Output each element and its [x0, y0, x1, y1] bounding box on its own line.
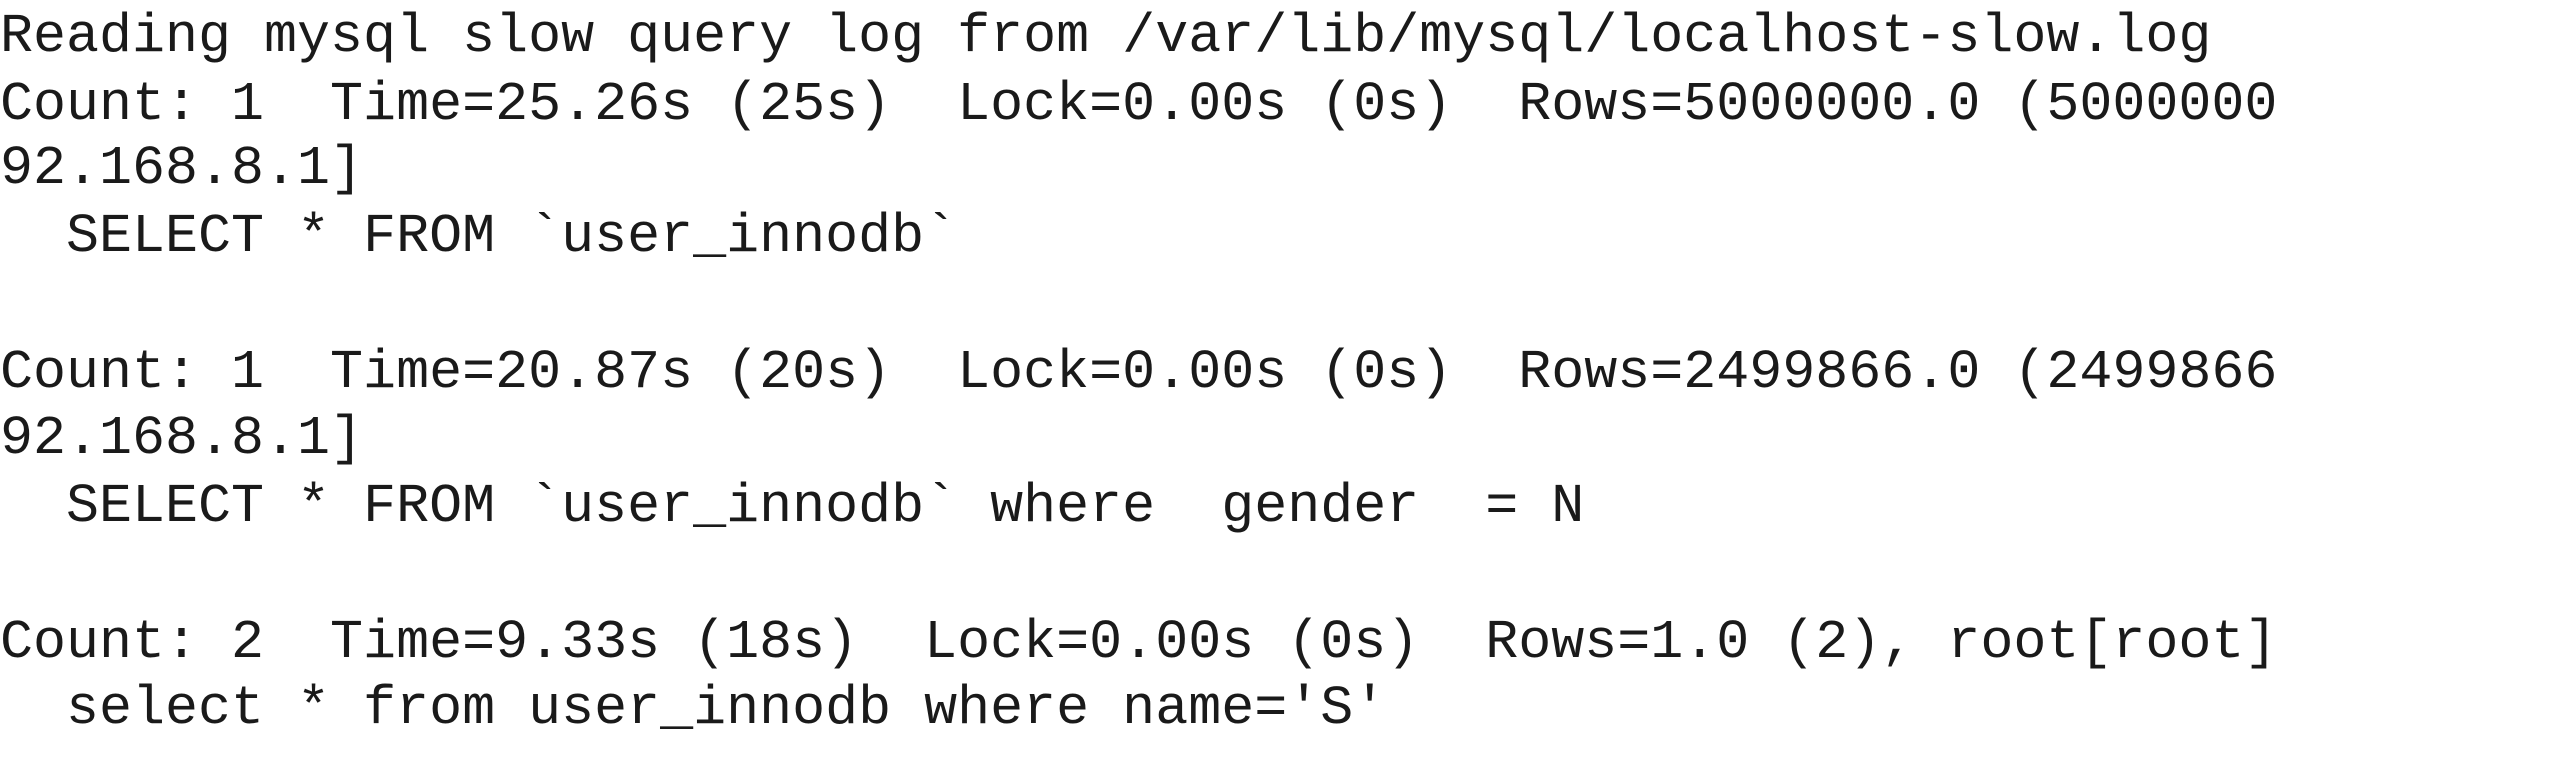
query-2-summary-line: Count: 1 Time=20.87s (20s) Lock=0.00s (0…: [0, 341, 2278, 404]
terminal-output: Reading mysql slow query log from /var/l…: [0, 0, 2560, 774]
query-1-summary-line: Count: 1 Time=25.26s (25s) Lock=0.00s (0…: [0, 73, 2278, 136]
query-1-sql-line: SELECT * FROM `user_innodb`: [0, 205, 958, 268]
query-2-sql-line: SELECT * FROM `user_innodb` where gender…: [0, 475, 1585, 538]
query-3-sql-line: select * from user_innodb where name='S': [0, 677, 1387, 740]
query-2-host-line: 92.168.8.1]: [0, 407, 364, 470]
query-1-host-line: 92.168.8.1]: [0, 137, 364, 200]
query-3-summary-line: Count: 2 Time=9.33s (18s) Lock=0.00s (0s…: [0, 611, 2278, 674]
log-header-line: Reading mysql slow query log from /var/l…: [0, 5, 2212, 68]
